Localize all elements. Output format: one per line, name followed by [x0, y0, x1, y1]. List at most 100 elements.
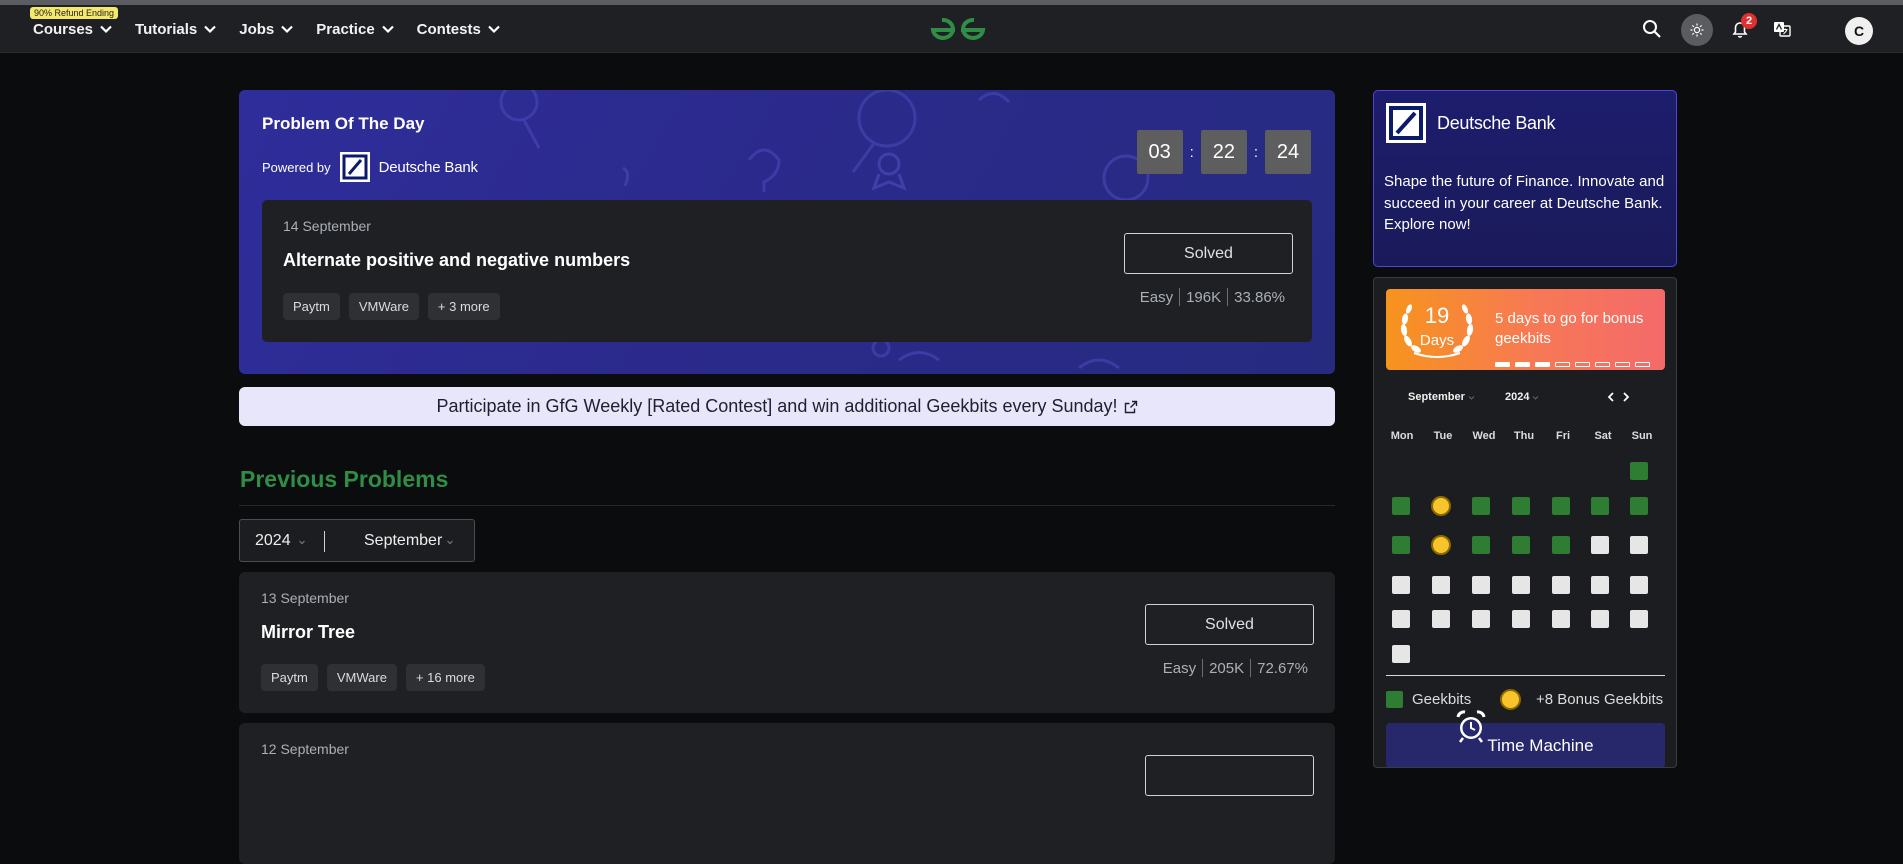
timer-seconds: 24 [1265, 130, 1311, 174]
problem-stats: Easy 196K 33.86% [1134, 288, 1291, 306]
sponsor-ad-card[interactable]: Deutsche Bank Shape the future of Financ… [1373, 90, 1677, 267]
calendar-day[interactable] [1552, 576, 1570, 594]
problem-title[interactable]: Alternate positive and negative numbers [283, 250, 630, 271]
solved-button[interactable] [1145, 755, 1314, 796]
company-tag[interactable]: VMWare [348, 293, 419, 320]
nav-item-practice[interactable]: Practice [316, 21, 394, 38]
calendar-day-solved[interactable] [1591, 497, 1609, 515]
weekly-contest-banner[interactable]: Participate in GfG Weekly [Rated Contest… [239, 387, 1335, 426]
problem-list-item[interactable]: 12 September [239, 723, 1335, 864]
divider [1386, 675, 1665, 676]
calendar-day[interactable] [1472, 610, 1490, 628]
company-tag[interactable]: Paytm [261, 664, 318, 691]
problem-title[interactable]: Mirror Tree [261, 622, 355, 643]
calendar-day-solved[interactable] [1630, 497, 1648, 515]
difficulty: Easy [1139, 288, 1174, 306]
solved-button[interactable]: Solved [1145, 604, 1314, 645]
potd-title: Problem Of The Day [262, 114, 425, 133]
calendar-day[interactable] [1591, 536, 1609, 554]
calendar-day-solved[interactable] [1552, 536, 1570, 554]
streak-progress-segment [1515, 362, 1530, 367]
calendar-day-solved[interactable] [1630, 462, 1648, 480]
potd-problem-card[interactable]: 14 September Alternate positive and nega… [262, 200, 1312, 342]
month-select[interactable]: September [364, 532, 442, 550]
nav-item-tutorials[interactable]: Tutorials [135, 21, 217, 38]
nav-item-label: Courses [33, 20, 94, 38]
streak-message: 5 days to go for bonus geekbits [1495, 310, 1644, 347]
calendar-day-solved[interactable] [1512, 497, 1530, 515]
company-tag[interactable]: Paytm [283, 293, 340, 320]
year-select[interactable]: 2024 [255, 532, 291, 550]
calendar-day[interactable] [1392, 610, 1410, 628]
streak-progress-segment [1615, 362, 1630, 367]
calendar-year: 2024 [1505, 391, 1530, 403]
chevron-down-icon [1468, 395, 1475, 400]
calendar-day-solved[interactable] [1512, 536, 1530, 554]
more-tags[interactable]: + 3 more [427, 293, 500, 320]
refund-badge: 90% Refund Ending [30, 6, 119, 19]
calendar-day-bonus[interactable] [1431, 535, 1451, 555]
calendar-day[interactable] [1630, 536, 1648, 554]
time-machine-label: Time Machine [1487, 735, 1594, 755]
chevron-down-icon [447, 540, 453, 545]
nav-item-courses[interactable]: 90% Refund Ending Courses [30, 6, 119, 38]
calendar-day[interactable] [1552, 610, 1570, 628]
calendar-day[interactable] [1591, 610, 1609, 628]
calendar-day[interactable] [1591, 576, 1609, 594]
submissions-count: 205K [1209, 659, 1245, 677]
company-tags: Paytm VMWare + 16 more [261, 664, 485, 691]
time-machine-button[interactable]: Time Machine [1386, 723, 1665, 767]
difficulty: Easy [1162, 659, 1197, 677]
solved-button[interactable]: Solved [1124, 233, 1293, 274]
weekday-label: Fri [1555, 430, 1571, 442]
calendar-day[interactable] [1432, 610, 1450, 628]
notification-count-badge: 2 [1741, 13, 1757, 29]
company-tags: Paytm VMWare + 3 more [283, 293, 500, 320]
calendar-day-solved[interactable] [1552, 497, 1570, 515]
search-icon[interactable] [1640, 17, 1664, 41]
banner-text: Participate in GfG Weekly [Rated Contest… [436, 396, 1118, 416]
calendar-month-select[interactable]: September [1408, 391, 1475, 403]
user-avatar[interactable]: C [1845, 17, 1873, 45]
calendar-day[interactable] [1432, 576, 1450, 594]
alarm-clock-icon [1456, 710, 1486, 743]
previous-problems-heading: Previous Problems [240, 466, 449, 492]
next-month-button[interactable] [1622, 391, 1630, 405]
calendar-day-solved[interactable] [1392, 497, 1410, 515]
gfg-logo[interactable] [928, 15, 988, 45]
nav-item-jobs[interactable]: Jobs [239, 21, 294, 38]
calendar-day[interactable] [1630, 610, 1648, 628]
theme-toggle-button[interactable] [1681, 14, 1713, 46]
translate-icon[interactable] [1770, 17, 1794, 41]
calendar-day-solved[interactable] [1472, 497, 1490, 515]
problem-list-item[interactable]: 13 September Mirror Tree Paytm VMWare + … [239, 572, 1335, 713]
timer-minutes: 22 [1200, 130, 1247, 174]
calendar-month: September [1408, 391, 1465, 403]
ad-text: Shape the future of Finance. Innovate an… [1384, 173, 1665, 233]
more-tags[interactable]: + 16 more [405, 664, 485, 691]
calendar-day[interactable] [1392, 576, 1410, 594]
calendar-day[interactable] [1392, 645, 1410, 663]
calendar-day[interactable] [1630, 576, 1648, 594]
calendar-day[interactable] [1512, 610, 1530, 628]
streak-progress-segment [1535, 362, 1550, 367]
nav-item-contests[interactable]: Contests [417, 21, 501, 38]
problem-date: 12 September [261, 741, 349, 757]
calendar-day[interactable] [1472, 576, 1490, 594]
nav-item-label: Jobs [239, 20, 275, 38]
streak-days-count: 19 [1424, 303, 1450, 328]
streak-progress-segment [1555, 362, 1570, 367]
bonus-legend-label: +8 Bonus Geekbits [1536, 691, 1664, 708]
calendar-day-solved[interactable] [1392, 536, 1410, 554]
submissions-count: 196K [1186, 288, 1222, 306]
calendar-day-bonus[interactable] [1431, 496, 1451, 516]
company-tag[interactable]: VMWare [326, 664, 397, 691]
prev-month-button[interactable] [1607, 391, 1615, 405]
chevron-down-icon [299, 540, 305, 545]
calendar-day[interactable] [1512, 576, 1530, 594]
calendar-day-solved[interactable] [1472, 536, 1490, 554]
problem-date: 14 September [283, 218, 371, 234]
calendar-year-select[interactable]: 2024 [1505, 391, 1539, 403]
chevron-left-icon [1607, 392, 1614, 402]
problem-stats: Easy 205K 72.67% [1157, 659, 1314, 677]
